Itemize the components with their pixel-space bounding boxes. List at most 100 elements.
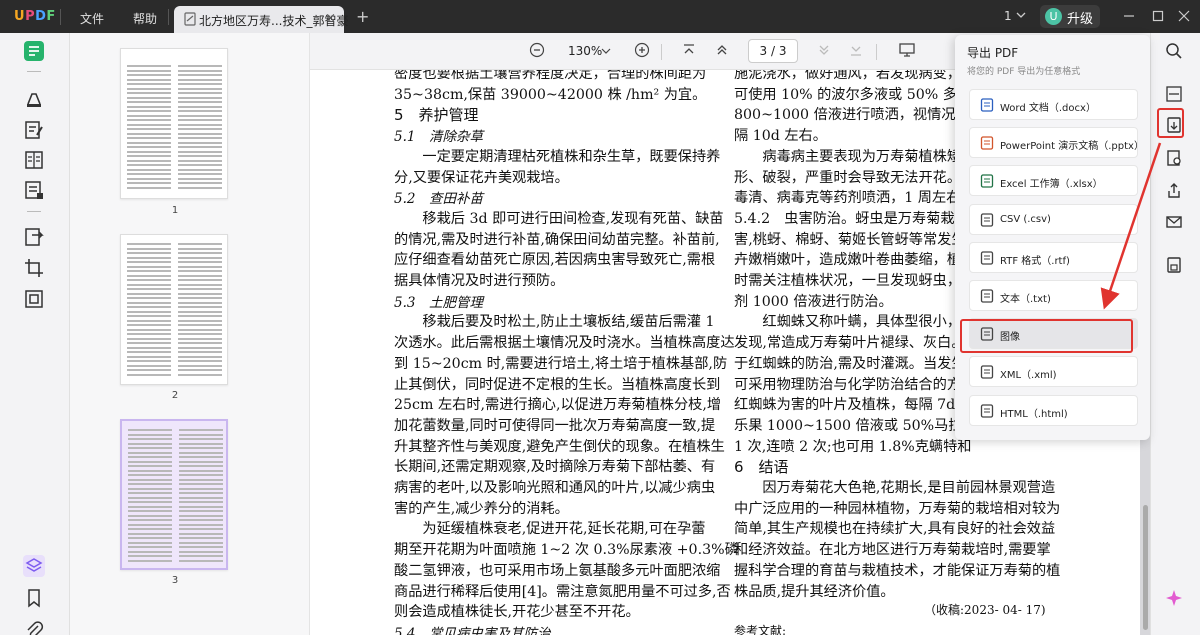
attachment-icon[interactable] (23, 619, 45, 635)
page-thumbnail-2[interactable] (120, 234, 228, 385)
bookmark-icon[interactable] (23, 587, 45, 609)
zoom-in-icon[interactable] (634, 42, 650, 58)
thumbnail-text-line (127, 274, 171, 277)
thumbnail-text-line (178, 114, 222, 117)
thumbnail-text-line (178, 159, 222, 162)
thumbnail-text-line (128, 487, 172, 490)
thumbnail-text-line (179, 442, 223, 445)
new-tab-button[interactable]: + (356, 7, 369, 26)
thumbnail-text-line (178, 355, 222, 358)
thumbnail-text-line (128, 465, 172, 467)
thumbnail-text-line (127, 132, 171, 135)
thumbnail-text-line (128, 528, 172, 530)
chevron-down-icon[interactable] (1016, 10, 1026, 20)
last-page-icon[interactable] (848, 42, 864, 58)
edit-pdf-icon[interactable] (23, 119, 45, 141)
previous-page-icon[interactable] (714, 42, 730, 58)
text-line: 5 养护管理 (394, 106, 479, 125)
form-icon[interactable] (23, 179, 45, 201)
thumbnail-text-line (179, 451, 223, 454)
next-page-icon[interactable] (816, 42, 832, 58)
upgrade-button[interactable]: U 升级 (1040, 5, 1100, 28)
title-separator (168, 9, 169, 25)
maximize-icon[interactable] (1152, 9, 1164, 23)
thumbnail-text-line (178, 177, 222, 180)
zoom-out-icon[interactable] (529, 42, 545, 58)
vertical-scrollbar[interactable] (1143, 505, 1148, 630)
export-item-excel[interactable]: Excel 工作簿（.xlsx） (969, 165, 1138, 197)
export-panel-title: 导出 PDF (967, 46, 1019, 60)
close-window-icon[interactable] (1178, 9, 1190, 23)
thumbnail-text-line (179, 541, 223, 544)
export-item-html[interactable]: HTML（.html) (969, 394, 1138, 426)
compress-pdf-icon[interactable] (23, 288, 45, 310)
minimize-icon[interactable] (1123, 9, 1135, 23)
text-line: 红蜘蛛又称叶螨，具体型很小，不 (734, 314, 976, 331)
thumbnail-label: 1 (171, 205, 179, 216)
thumbnail-text-line (127, 306, 171, 308)
text-line: 应仔细查看幼苗死亡原因,若因病虫害导致死亡,需根 (394, 252, 716, 269)
reader-mode-icon[interactable] (23, 40, 45, 62)
search-icon[interactable] (1165, 42, 1183, 60)
thumbnail-text-line (127, 364, 171, 367)
first-page-icon[interactable] (681, 42, 697, 58)
excel-icon (980, 174, 994, 189)
zoom-level[interactable]: 130% (568, 44, 602, 58)
thumbnail-text-line (128, 523, 172, 526)
document-tab[interactable]: 北方地区万寿...技术_郭智豪 × (174, 6, 348, 33)
text-line: 简单,其生产规模也在持续扩大,具有良好的社会效益 (734, 521, 1056, 538)
ocr-icon[interactable] (1165, 85, 1183, 103)
protect-pdf-icon[interactable] (1165, 149, 1183, 167)
presentation-icon[interactable] (898, 42, 916, 58)
email-icon[interactable] (1165, 213, 1183, 231)
export-item-word[interactable]: Word 文档（.docx） (969, 89, 1138, 120)
thumbnail-text-line (179, 465, 223, 467)
text-line: 止其倒伏，同时促进不定根的生长。当植株高度长到 (394, 376, 721, 393)
thumbnail-text-line (179, 559, 223, 562)
organize-pages-icon[interactable] (23, 149, 45, 171)
highlight-comment-icon[interactable] (23, 87, 45, 109)
thumbnail-text-line (179, 555, 223, 557)
highlight-box-export (1157, 108, 1184, 138)
zoom-dropdown-icon[interactable] (601, 46, 611, 56)
word-icon (980, 98, 994, 112)
export-item-csv[interactable]: CSV (.csv) (969, 203, 1138, 235)
menu-file[interactable]: 文件 (80, 10, 104, 27)
page-thumbnail-1[interactable] (120, 48, 228, 199)
thumbnail-text-line (178, 101, 222, 103)
convert-pdf-icon[interactable] (23, 226, 45, 248)
thumbnail-text-line (178, 369, 222, 371)
save-icon[interactable] (1165, 256, 1183, 274)
thumbnail-text-line (178, 243, 222, 245)
text-icon (980, 289, 994, 303)
share-icon[interactable] (1165, 182, 1183, 200)
export-item-rtf[interactable]: RTF 格式（.rtf) (969, 241, 1138, 273)
tab-close-icon[interactable]: × (325, 11, 336, 26)
toolbar-separator (27, 211, 41, 212)
thumbnail-text-line (178, 92, 222, 94)
page-thumbnail-3[interactable] (120, 419, 228, 570)
thumbnail-text-line (128, 433, 172, 436)
layers-icon[interactable] (23, 555, 45, 577)
export-item-powerpoint[interactable]: PowerPoint 演示文稿（.pptx） (969, 127, 1144, 159)
text-line: 到 15~20cm 时,需要进行培土,将土培于植株基部,防 (394, 355, 728, 372)
upgrade-label: 升级 (1067, 12, 1094, 27)
crop-page-icon[interactable] (23, 257, 45, 279)
thumbnail-text-line (178, 360, 222, 362)
export-item-text[interactable]: 文本（.txt) (969, 280, 1138, 311)
thumbnail-text-line (178, 123, 222, 126)
page-number-input[interactable]: 3 / 3 (748, 39, 798, 63)
menu-help[interactable]: 帮助 (133, 10, 157, 27)
export-item-xml[interactable]: XML（.xml) (969, 356, 1138, 388)
ai-assistant-icon[interactable] (1165, 589, 1183, 607)
thumbnail-text-line (127, 301, 171, 304)
thumbnail-text-line (127, 243, 171, 245)
thumbnail-text-line (178, 137, 222, 139)
window-count[interactable]: 1 (1004, 9, 1012, 23)
thumbnail-text-line (127, 141, 171, 144)
thumbnail-text-line (178, 270, 222, 272)
text-line: 25cm 左右时,需进行摘心,以促进万寿菊植株分枝,增 (394, 397, 722, 414)
thumbnail-text-line (127, 310, 171, 313)
export-item-label: RTF 格式（.rtf) (1000, 255, 1070, 267)
thumbnail-text-line (178, 279, 222, 281)
